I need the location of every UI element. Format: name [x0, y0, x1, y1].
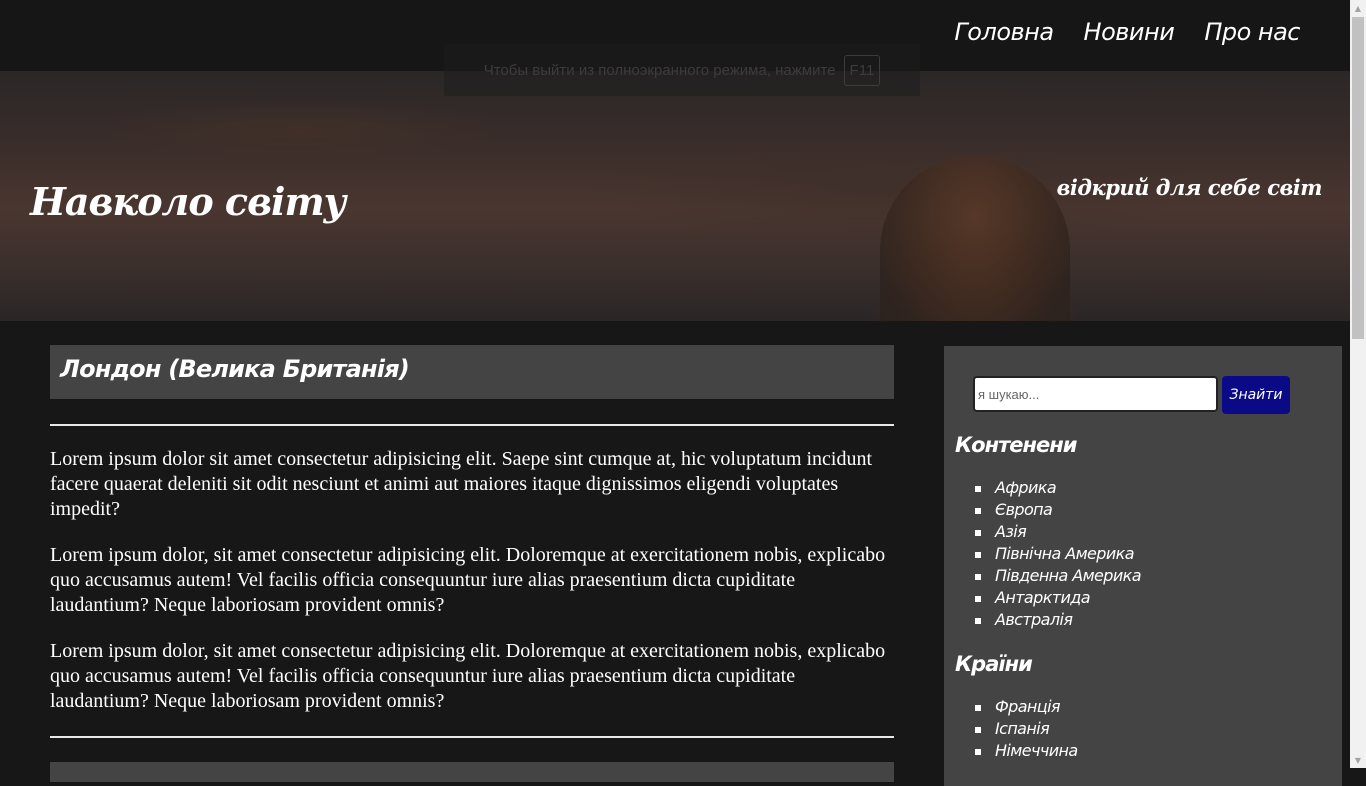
continent-link-antarctica[interactable]: Антарктида: [995, 588, 1091, 607]
list-item: Африка: [975, 477, 1332, 499]
countries-heading: Країни: [955, 652, 1033, 676]
scroll-down-arrow-icon[interactable]: ▼: [1350, 752, 1366, 768]
continent-link-south-america[interactable]: Південна Америка: [995, 566, 1142, 585]
sidebar: Знайти Контенени Африка Європа Азія Півн…: [944, 346, 1342, 786]
scroll-up-arrow-icon[interactable]: ▲: [1350, 0, 1366, 16]
article-paragraph: Lorem ipsum dolor sit amet consectetur a…: [50, 448, 873, 520]
list-item: Антарктида: [975, 587, 1332, 609]
nav-link-about[interactable]: Про нас: [1204, 18, 1300, 46]
list-item: Північна Америка: [975, 543, 1332, 565]
site-tagline: відкрий для себе світ: [1056, 175, 1323, 200]
continent-link-australia[interactable]: Австралія: [995, 610, 1073, 629]
countries-list: Франція Іспанія Німеччина: [954, 696, 1332, 762]
list-item: Франція: [975, 696, 1332, 718]
list-item: Південна Америка: [975, 565, 1332, 587]
continent-link-europe[interactable]: Європа: [995, 500, 1053, 519]
list-item: Німеччина: [975, 740, 1332, 762]
continent-link-asia[interactable]: Азія: [995, 522, 1027, 541]
main-content: Лондон (Велика Британія) Lorem ipsum dol…: [50, 345, 894, 782]
article-paragraph: Lorem ipsum dolor, sit amet consectetur …: [50, 544, 886, 616]
search-input[interactable]: [973, 376, 1218, 412]
fullscreen-hint-message: Чтобы выйти из полноэкранного режима, на…: [483, 61, 836, 79]
country-link-spain[interactable]: Іспанія: [995, 719, 1050, 738]
list-item: Іспанія: [975, 718, 1332, 740]
article-title: Лондон (Велика Британія): [50, 345, 894, 399]
nav-link-news[interactable]: Новини: [1084, 18, 1175, 46]
next-article-header: [50, 762, 894, 782]
list-item: Європа: [975, 499, 1332, 521]
divider: [50, 424, 894, 426]
divider: [50, 736, 894, 738]
article-body: Lorem ipsum dolor sit amet consectetur a…: [50, 447, 894, 714]
search-form: Знайти: [954, 376, 1332, 414]
search-button[interactable]: Знайти: [1222, 376, 1290, 414]
continents-list: Африка Європа Азія Північна Америка Півд…: [954, 477, 1332, 631]
article-paragraph: Lorem ipsum dolor, sit amet consectetur …: [50, 640, 886, 712]
hero-background-photo: [880, 156, 1070, 321]
list-item: Австралія: [975, 609, 1332, 631]
list-item: Азія: [975, 521, 1332, 543]
main-nav: Головна Новини Про нас: [954, 18, 1300, 46]
country-link-france[interactable]: Франція: [995, 697, 1061, 716]
fullscreen-hint-key: F11: [843, 54, 881, 86]
continents-heading: Контенени: [955, 433, 1078, 457]
fullscreen-exit-hint: Чтобы выйти из полноэкранного режима, на…: [444, 44, 920, 96]
nav-link-home[interactable]: Головна: [954, 18, 1054, 46]
site-title: Навколо світу: [30, 179, 346, 224]
continent-link-north-america[interactable]: Північна Америка: [995, 544, 1135, 563]
page-scrollbar[interactable]: ▲ ▼: [1350, 0, 1366, 768]
country-link-germany[interactable]: Німеччина: [995, 741, 1078, 760]
scrollbar-thumb[interactable]: [1352, 17, 1364, 339]
continent-link-africa[interactable]: Африка: [995, 478, 1057, 497]
hero-banner: Навколо світу відкрий для себе світ: [0, 71, 1350, 321]
